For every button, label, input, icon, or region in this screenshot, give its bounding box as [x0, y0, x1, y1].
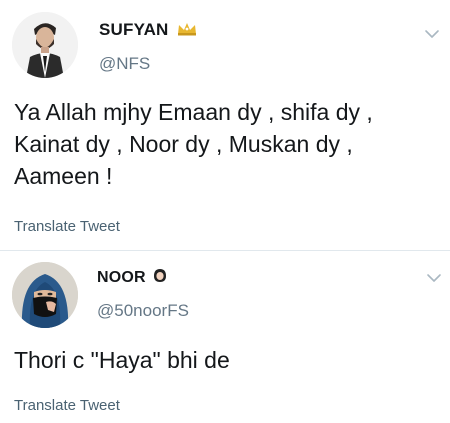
chevron-down-icon[interactable]: [424, 26, 440, 42]
avatar-image: [12, 12, 78, 78]
tweet-text: Thori c "Haya" bhi de: [14, 347, 230, 373]
tweet[interactable]: SUFYAN @NFS Ya Allah mjhy Emaan dy , shi…: [0, 0, 450, 252]
tweet[interactable]: NOOR @50noorFS Thori c "Haya" bhi de Tra…: [0, 252, 450, 423]
username-handle[interactable]: @50noorFS: [97, 301, 189, 321]
avatar[interactable]: [12, 262, 78, 328]
tweet-text: Ya Allah mjhy Emaan dy , shifa dy , Kain…: [14, 99, 373, 189]
display-name-text: SUFYAN: [99, 20, 169, 39]
divider: [0, 250, 450, 251]
translate-tweet-link[interactable]: Translate Tweet: [14, 397, 120, 414]
display-name[interactable]: NOOR: [97, 268, 167, 288]
username-handle[interactable]: @NFS: [99, 54, 150, 74]
display-name-text: NOOR: [97, 269, 146, 287]
chevron-down-icon[interactable]: [426, 270, 442, 286]
avatar[interactable]: [12, 12, 78, 78]
crown-icon: [176, 21, 198, 41]
translate-tweet-link[interactable]: Translate Tweet: [14, 218, 120, 235]
display-name[interactable]: SUFYAN: [99, 20, 198, 41]
avatar-image: [12, 262, 78, 328]
hijab-icon: [153, 268, 167, 288]
